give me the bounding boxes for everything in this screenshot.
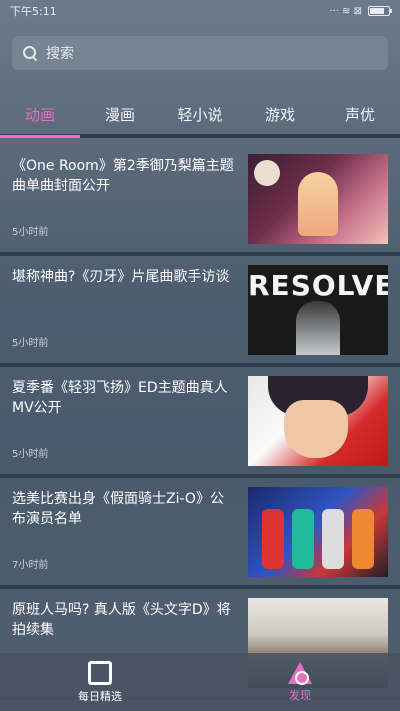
news-feed: 《One Room》第2季御乃梨篇主题曲单曲封面公开 5小时前 堪称神曲?《刃牙… — [0, 148, 400, 700]
status-bar: 下午5:11 ··· ≋ ⊠ — [0, 0, 400, 22]
search-input[interactable]: 搜索 — [12, 36, 388, 70]
tab-game[interactable]: 游戏 — [240, 94, 320, 134]
news-time: 5小时前 — [12, 449, 49, 460]
tab-light-novel[interactable]: 轻小说 — [160, 94, 240, 134]
news-card[interactable]: 选美比赛出身《假面骑士Zi-O》公布演员名单 7小时前 — [0, 481, 400, 589]
tab-label: 动画 — [24, 105, 55, 124]
bottom-navigation: 每日精选 发现 — [0, 653, 400, 711]
category-tabs: 动画 漫画 轻小说 游戏 声优 — [0, 94, 400, 138]
status-indicators: ··· ≋ ⊠ — [329, 5, 392, 17]
tab-label: 声优 — [344, 105, 375, 124]
signal-wifi-icons: ··· ≋ ⊠ — [329, 5, 362, 17]
tab-voice-actor[interactable]: 声优 — [320, 94, 400, 134]
tab-label: 轻小说 — [177, 105, 223, 124]
news-title: 夏季番《轻羽飞扬》ED主题曲真人MV公开 — [12, 380, 228, 416]
news-title: 堪称神曲?《刃牙》片尾曲歌手访谈 — [12, 269, 230, 285]
tab-label: 游戏 — [264, 105, 295, 124]
square-frame-icon — [88, 660, 112, 685]
status-time: 下午5:11 — [10, 5, 57, 18]
news-card[interactable]: 《One Room》第2季御乃梨篇主题曲单曲封面公开 5小时前 — [0, 148, 400, 256]
news-card[interactable]: 夏季番《轻羽飞扬》ED主题曲真人MV公开 5小时前 — [0, 370, 400, 478]
news-title: 原班人马吗? 真人版《头文字D》将拍续集 — [12, 602, 231, 638]
tab-label: 漫画 — [104, 105, 135, 124]
news-time: 5小时前 — [12, 227, 49, 238]
thumbnail-text: RESOLVE — [248, 269, 388, 302]
tab-manga[interactable]: 漫画 — [80, 94, 160, 134]
news-thumbnail: RESOLVE — [248, 265, 388, 355]
triangle-eye-icon — [288, 661, 312, 685]
news-thumbnail — [248, 487, 388, 577]
nav-discover[interactable]: 发现 — [200, 653, 400, 711]
nav-label: 每日精选 — [78, 689, 122, 703]
search-placeholder: 搜索 — [46, 46, 74, 62]
news-title: 选美比赛出身《假面骑士Zi-O》公布演员名单 — [12, 491, 224, 527]
nav-daily-picks[interactable]: 每日精选 — [0, 653, 200, 711]
news-thumbnail — [248, 376, 388, 466]
battery-icon — [368, 6, 392, 16]
news-time: 5小时前 — [12, 338, 49, 349]
nav-label: 发现 — [289, 688, 311, 702]
news-thumbnail — [248, 154, 388, 244]
search-icon — [22, 45, 38, 61]
news-time: 7小时前 — [12, 560, 49, 571]
news-card[interactable]: 堪称神曲?《刃牙》片尾曲歌手访谈 5小时前 RESOLVE — [0, 259, 400, 367]
tab-anime[interactable]: 动画 — [0, 94, 80, 138]
news-title: 《One Room》第2季御乃梨篇主题曲单曲封面公开 — [12, 158, 234, 194]
